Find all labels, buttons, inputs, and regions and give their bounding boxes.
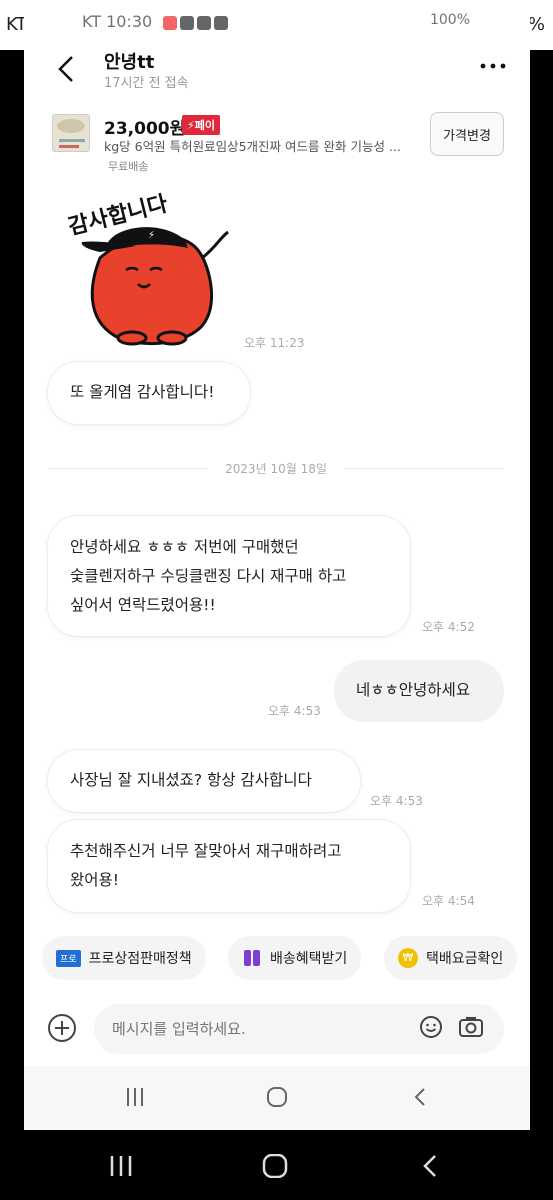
camera-icon[interactable] (458, 1015, 484, 1039)
recent-apps-icon[interactable] (124, 1086, 146, 1108)
chip-shipping-benefit[interactable]: 배송혜택받기 (228, 936, 362, 980)
pay-badge: ⚡페이 (182, 115, 220, 135)
message-line: 추천해주신거 너무 잘맞아서 재구매하려고 (70, 842, 342, 860)
message-time: 오후 4:54 (422, 894, 475, 908)
home-icon[interactable] (266, 1086, 288, 1108)
message-text: 사장님 잘 지내셨죠? 항상 감사합니다 (70, 771, 312, 789)
purple-box-icon (244, 950, 260, 966)
date-label: 2023년 10월 18일 (225, 462, 327, 476)
emoji-icon[interactable] (419, 1015, 443, 1039)
last-seen: 17시간 전 접속 (104, 76, 189, 91)
chat-screen: KT 10:30 100% 안녕tt 17시간 전 접속 23,000원 ⚡페이… (24, 0, 530, 1130)
chip-pro-store-policy[interactable]: 프로 프로상점판매정책 (42, 936, 206, 980)
inner-status-battery: 100% (429, 12, 470, 28)
outer-home-icon[interactable] (262, 1154, 288, 1178)
product-name: kg당 6억원 특허원료임상5개진짜 여드름 완화 기능성 ... (104, 139, 401, 154)
chip-label: 프로상점판매정책 (88, 951, 192, 967)
svg-text:⚡: ⚡ (148, 230, 155, 241)
chip-delivery-fee[interactable]: ₩ 택배요금확인 (384, 936, 518, 980)
message-time: 오후 4:53 (268, 704, 321, 718)
outer-recent-apps-icon[interactable] (108, 1154, 134, 1178)
plus-icon[interactable] (46, 1012, 78, 1044)
message-text: 또 올게염 감사합니다! (70, 383, 215, 401)
chat-partner-name: 안녕tt (104, 52, 155, 73)
chat-header: 안녕tt 17시간 전 접속 (24, 38, 530, 102)
message-time: 오후 4:52 (422, 620, 475, 634)
inner-status-time-text: KT 10:30 (82, 12, 153, 31)
product-card[interactable]: 23,000원 ⚡페이 kg당 6억원 특허원료임상5개진짜 여드름 완화 기능… (24, 106, 530, 178)
chat-bubble-sent: 네ㅎㅎ안녕하세요 (334, 660, 504, 722)
message-time: 오후 11:23 (244, 336, 305, 350)
notification-icons (163, 12, 231, 31)
more-options-icon[interactable] (478, 56, 508, 76)
product-thumbnail (52, 114, 90, 152)
chat-bubble-received: 추천해주신거 너무 잘맞아서 재구매하려고 왔어용! (48, 820, 410, 912)
date-separator: 2023년 10월 18일 (48, 456, 504, 480)
chat-bubble-received: 안녕하세요 ㅎㅎㅎ 저번에 구매했던 숯클렌저하구 수딩클랜징 다시 재구매 하… (48, 516, 410, 636)
outer-back-icon[interactable] (420, 1154, 442, 1178)
inner-navigation-bar (24, 1066, 530, 1130)
message-line: 안녕하세요 ㅎㅎㅎ 저번에 구매했던 (70, 538, 299, 556)
message-line: 숯클렌저하구 수딩클랜징 다시 재구매 하고 (70, 567, 347, 585)
price-change-button[interactable]: 가격변경 (430, 112, 504, 156)
shipping-label: 무료배송 (108, 160, 149, 173)
message-input-bar (24, 1000, 530, 1058)
outer-navigation-bar (0, 1130, 553, 1200)
message-text: 네ㅎㅎ안녕하세요 (356, 681, 471, 699)
chip-label: 택배요금확인 (426, 951, 504, 967)
inner-status-time: KT 10:30 (82, 12, 231, 31)
message-line: 싶어서 연락드렸어용!! (70, 596, 216, 614)
thank-you-sticker: 감사합니다 ⚡ (66, 190, 229, 346)
chat-bubble-received: 사장님 잘 지내셨죠? 항상 감사합니다 (48, 750, 360, 812)
chat-bubble-received: 또 올게염 감사합니다! (48, 362, 250, 424)
back-nav-icon[interactable] (410, 1086, 432, 1108)
message-line: 왔어용! (70, 871, 119, 889)
message-time: 오후 4:53 (370, 794, 423, 808)
pro-badge-icon: 프로 (56, 949, 81, 967)
won-coin-icon: ₩ (398, 948, 418, 968)
chip-label: 배송혜택받기 (270, 951, 348, 967)
quick-action-chips: 프로 프로상점판매정책 배송혜택받기 ₩ 택배요금확인 (24, 930, 530, 986)
back-arrow-icon[interactable] (54, 54, 78, 84)
